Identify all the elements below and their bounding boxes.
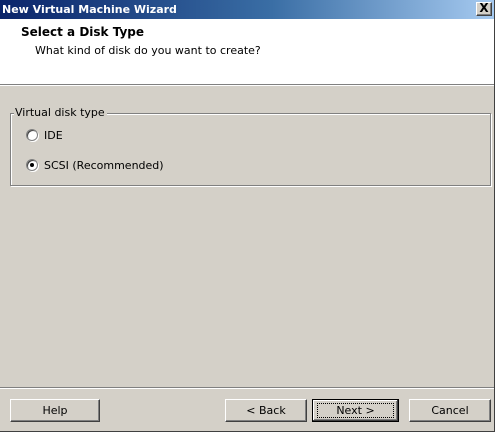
help-button[interactable]: Help (10, 399, 100, 422)
radio-option-scsi[interactable]: SCSI (Recommended) (26, 157, 164, 173)
page-subtitle: What kind of disk do you want to create? (35, 44, 261, 57)
title-bar[interactable]: New Virtual Machine Wizard X (0, 0, 494, 19)
page-title: Select a Disk Type (21, 25, 145, 39)
back-button[interactable]: < Back (225, 399, 307, 422)
wizard-header: Select a Disk Type What kind of disk do … (0, 19, 494, 84)
radio-label-scsi: SCSI (Recommended) (44, 158, 164, 172)
disk-type-groupbox (10, 113, 491, 186)
radio-button-ide[interactable] (26, 129, 38, 141)
close-button[interactable]: X (476, 2, 492, 16)
next-button-label: Next > (317, 403, 394, 418)
disk-type-legend: Virtual disk type (14, 106, 107, 119)
radio-option-ide[interactable]: IDE (26, 127, 63, 143)
next-button[interactable]: Next > (312, 399, 399, 422)
radio-label-ide: IDE (44, 128, 63, 142)
close-icon: X (479, 1, 489, 15)
header-divider (0, 84, 494, 86)
footer-divider (0, 387, 494, 389)
window-title: New Virtual Machine Wizard (2, 3, 177, 16)
radio-button-scsi[interactable] (26, 159, 38, 171)
cancel-button[interactable]: Cancel (409, 399, 491, 422)
wizard-window: New Virtual Machine Wizard X Select a Di… (0, 0, 495, 432)
